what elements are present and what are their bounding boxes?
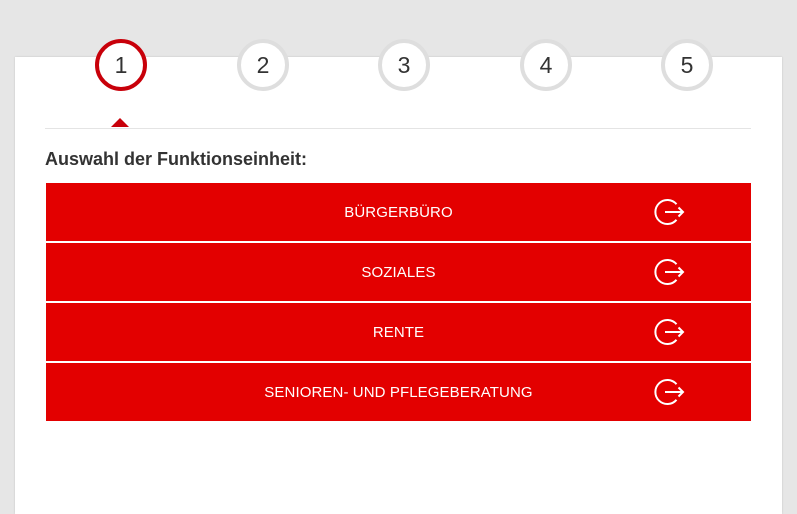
exit-arrow-icon bbox=[654, 199, 685, 225]
step-5[interactable]: 5 bbox=[661, 39, 713, 91]
option-label: BÜRGERBÜRO bbox=[344, 203, 453, 221]
step-5-number: 5 bbox=[680, 51, 694, 78]
step-4[interactable]: 4 bbox=[520, 39, 572, 91]
step-3[interactable]: 3 bbox=[378, 39, 430, 91]
option-label: SOZIALES bbox=[361, 263, 436, 281]
exit-arrow-icon bbox=[654, 319, 685, 345]
option-label: RENTE bbox=[372, 323, 425, 341]
exit-arrow-icon bbox=[654, 379, 685, 405]
step-2[interactable]: 2 bbox=[237, 39, 289, 91]
option-senioren-pflegeberatung[interactable]: SENIOREN- UND PFLEGEBERATUNG bbox=[46, 363, 751, 421]
option-rente[interactable]: RENTE bbox=[46, 303, 751, 361]
step-1[interactable]: 1 bbox=[95, 39, 147, 91]
option-label: SENIOREN- UND PFLEGEBERATUNG bbox=[264, 383, 533, 401]
step-1-number: 1 bbox=[114, 51, 128, 78]
option-soziales[interactable]: SOZIALES bbox=[46, 243, 751, 301]
active-step-pointer bbox=[111, 118, 129, 127]
step-4-number: 4 bbox=[539, 51, 553, 78]
option-list: BÜRGERBÜRO SOZIALES RENTE SENIOREN- UND … bbox=[46, 183, 751, 423]
section-heading: Auswahl der Funktionseinheit: bbox=[45, 149, 308, 169]
exit-arrow-icon bbox=[654, 259, 685, 285]
step-3-number: 3 bbox=[397, 51, 411, 78]
option-buergerbuero[interactable]: BÜRGERBÜRO bbox=[46, 183, 751, 241]
step-2-number: 2 bbox=[256, 51, 270, 78]
divider bbox=[45, 128, 751, 129]
